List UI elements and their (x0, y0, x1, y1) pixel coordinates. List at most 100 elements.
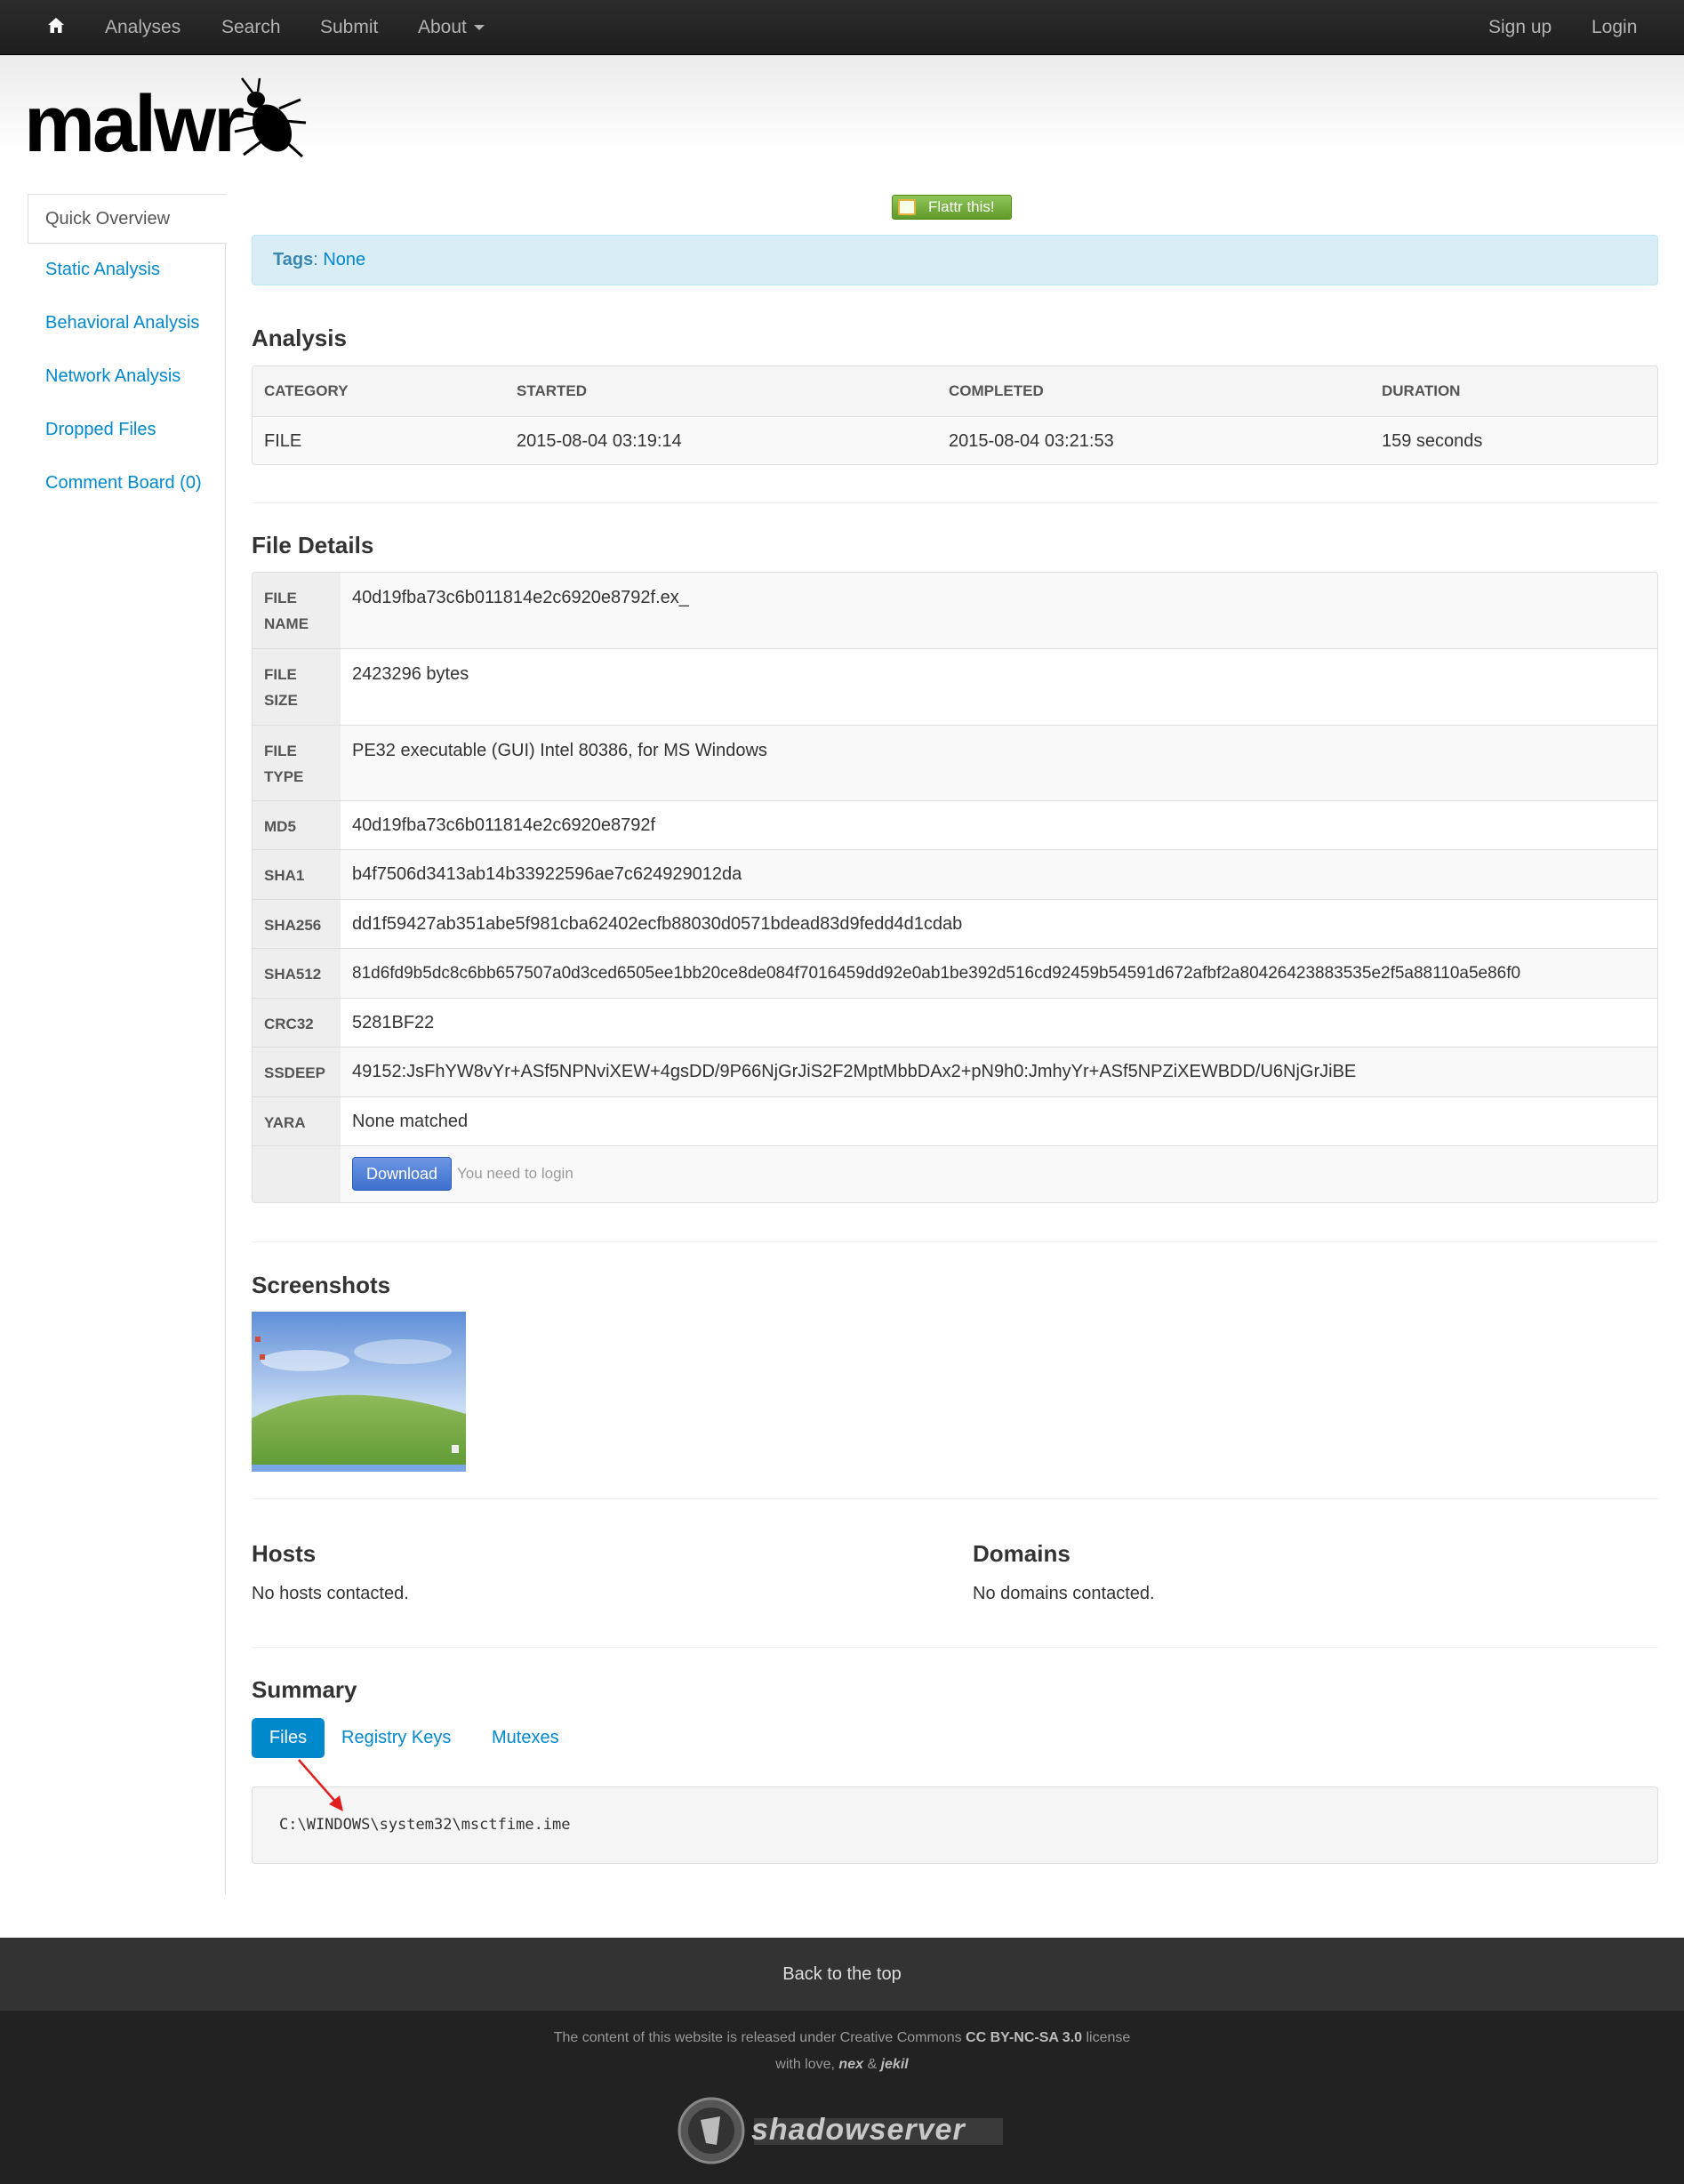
tab-files[interactable]: Files (252, 1718, 325, 1758)
tags-value[interactable]: None (323, 250, 365, 269)
file-size-label: FILE SIZE (253, 649, 341, 725)
header-started: STARTED (517, 382, 588, 399)
author-nex[interactable]: nex (838, 2057, 863, 2072)
yara-row: YARA None matched (253, 1096, 1657, 1145)
file-name-row: FILE NAME 40d19fba73c6b011814e2c6920e8792… (253, 573, 1657, 648)
summary-title: Summary (252, 1676, 357, 1703)
sha256-value: dd1f59427ab351abe5f981cba62402ecfb88030d… (352, 914, 963, 934)
sidebar-item-network-analysis[interactable]: Network Analysis (45, 366, 180, 387)
header-completed: COMPLETED (949, 382, 1044, 399)
cell-completed: 2015-08-04 03:21:53 (949, 431, 1114, 451)
summary-files-list: C:\WINDOWS\system32\msctfime.ime (252, 1787, 1658, 1864)
sidebar-item-dropped-files[interactable]: Dropped Files (45, 420, 156, 440)
md5-label: MD5 (253, 801, 341, 849)
credits-line: with love, nex & jekil (0, 2057, 1684, 2073)
credits-prefix: with love, (775, 2057, 835, 2072)
file-size-row: FILE SIZE 2423296 bytes (253, 648, 1657, 725)
nav-submit[interactable]: Submit (320, 0, 378, 55)
sidebar-divider (225, 194, 226, 1894)
md5-row: MD5 40d19fba73c6b011814e2c6920e8792f (253, 800, 1657, 849)
sponsor-name: shadowserver (751, 2113, 966, 2147)
crc32-label: CRC32 (253, 999, 341, 1047)
file-type-row: FILE TYPE PE32 executable (GUI) Intel 803… (253, 725, 1657, 800)
ssdeep-row: SSDEEP 49152:JsFhYW8vYr+ASf5NPNviXEW+4gs… (253, 1047, 1657, 1096)
header-duration: DURATION (1382, 382, 1461, 399)
license-link[interactable]: CC BY-NC-SA 3.0 (966, 2030, 1082, 2045)
file-details-table: FILE NAME 40d19fba73c6b011814e2c6920e8792… (252, 572, 1658, 1203)
header-category: CATEGORY (264, 382, 349, 399)
red-arrow-annotation (298, 1759, 343, 1811)
author-jekil[interactable]: jekil (881, 2057, 909, 2072)
site-logo[interactable]: malwr (24, 84, 245, 165)
sidebar-item-static-analysis[interactable]: Static Analysis (45, 260, 160, 280)
analysis-title: Analysis (252, 325, 347, 351)
cell-duration: 159 seconds (1382, 431, 1483, 451)
crc32-value: 5281BF22 (352, 1013, 435, 1032)
table-row: FILE 2015-08-04 03:19:14 2015-08-04 03:2… (253, 416, 1657, 464)
sha1-label: SHA1 (253, 850, 341, 899)
divider (252, 1498, 1658, 1499)
sha256-row: SHA256 dd1f59427ab351abe5f981cba62402ecf… (253, 899, 1657, 948)
flattr-icon (898, 199, 916, 215)
sha512-label: SHA512 (253, 949, 341, 998)
tags-label: Tags (273, 250, 314, 269)
download-row: Download You need to login (253, 1145, 1657, 1202)
credits-amp: & (867, 2057, 878, 2072)
screenshot-thumbnail[interactable] (252, 1312, 466, 1472)
tab-registry-keys[interactable]: Registry Keys (341, 1718, 451, 1758)
sha256-label: SHA256 (253, 900, 341, 948)
file-name-value: 40d19fba73c6b011814e2c6920e8792f.ex_ (352, 588, 689, 607)
nav-analyses[interactable]: Analyses (105, 0, 180, 55)
sha1-value: b4f7506d3413ab14b33922596ae7c624929012da (352, 864, 742, 884)
hosts-text: No hosts contacted. (252, 1584, 409, 1603)
nav-about[interactable]: About (418, 0, 485, 55)
flattr-label: Flattr this! (928, 198, 995, 215)
download-label-cell (253, 1146, 341, 1202)
nav-about-label: About (418, 17, 467, 37)
divider (252, 1241, 1658, 1242)
download-button[interactable]: Download (352, 1157, 452, 1191)
home-icon[interactable] (46, 16, 66, 36)
sidebar-item-quick-overview[interactable]: Quick Overview (28, 194, 227, 244)
cell-category: FILE (264, 431, 302, 451)
domains-title: Domains (973, 1540, 1071, 1567)
top-navbar: Analyses Search Submit About Sign up Log… (0, 0, 1684, 55)
ssdeep-value: 49152:JsFhYW8vYr+ASf5NPNviXEW+4gsDD/9P66… (352, 1062, 1357, 1081)
file-type-value: PE32 executable (GUI) Intel 80386, for M… (352, 741, 767, 760)
md5-value: 40d19fba73c6b011814e2c6920e8792f (352, 815, 656, 835)
login-note: You need to login (457, 1165, 573, 1182)
flattr-button[interactable]: Flattr this! (892, 195, 1012, 220)
sidebar-item-behavioral-analysis[interactable]: Behavioral Analysis (45, 313, 199, 333)
tags-alert: Tags: None (252, 235, 1658, 285)
sha512-row: SHA512 81d6fd9b5dc8c6bb657507a0d3ced6505… (253, 948, 1657, 998)
file-name-label: FILE NAME (253, 573, 341, 648)
tab-mutexes[interactable]: Mutexes (492, 1718, 559, 1758)
yara-value: None matched (352, 1112, 469, 1131)
ssdeep-label: SSDEEP (253, 1048, 341, 1096)
nav-search[interactable]: Search (221, 0, 281, 55)
yara-label: YARA (253, 1097, 341, 1145)
divider (252, 1647, 1658, 1648)
file-type-label: FILE TYPE (253, 726, 341, 800)
back-to-top-link[interactable]: Back to the top (0, 1938, 1684, 2011)
divider (252, 502, 1658, 503)
nav-login[interactable]: Login (1592, 0, 1637, 55)
license-prefix: The content of this website is released … (553, 2030, 962, 2045)
screenshots-title: Screenshots (252, 1272, 391, 1298)
sidebar-item-comment-board[interactable]: Comment Board (0) (45, 473, 202, 494)
bug-logo-icon (234, 77, 307, 158)
license-line: The content of this website is released … (0, 2030, 1684, 2046)
nav-sign-up[interactable]: Sign up (1488, 0, 1552, 55)
license-suffix: license (1086, 2030, 1131, 2045)
chevron-down-icon (473, 25, 485, 31)
crc32-row: CRC32 5281BF22 (253, 998, 1657, 1047)
domains-text: No domains contacted. (973, 1584, 1155, 1603)
file-size-value: 2423296 bytes (352, 664, 469, 684)
file-details-title: File Details (252, 532, 374, 558)
cell-started: 2015-08-04 03:19:14 (517, 431, 682, 451)
sha512-value: 81d6fd9b5dc8c6bb657507a0d3ced6505ee1bb20… (352, 964, 1521, 983)
analysis-table-header: CATEGORY STARTED COMPLETED DURATION (253, 366, 1657, 416)
analysis-table: CATEGORY STARTED COMPLETED DURATION FILE… (252, 365, 1658, 465)
hosts-title: Hosts (252, 1540, 317, 1567)
sha1-row: SHA1 b4f7506d3413ab14b33922596ae7c624929… (253, 849, 1657, 899)
